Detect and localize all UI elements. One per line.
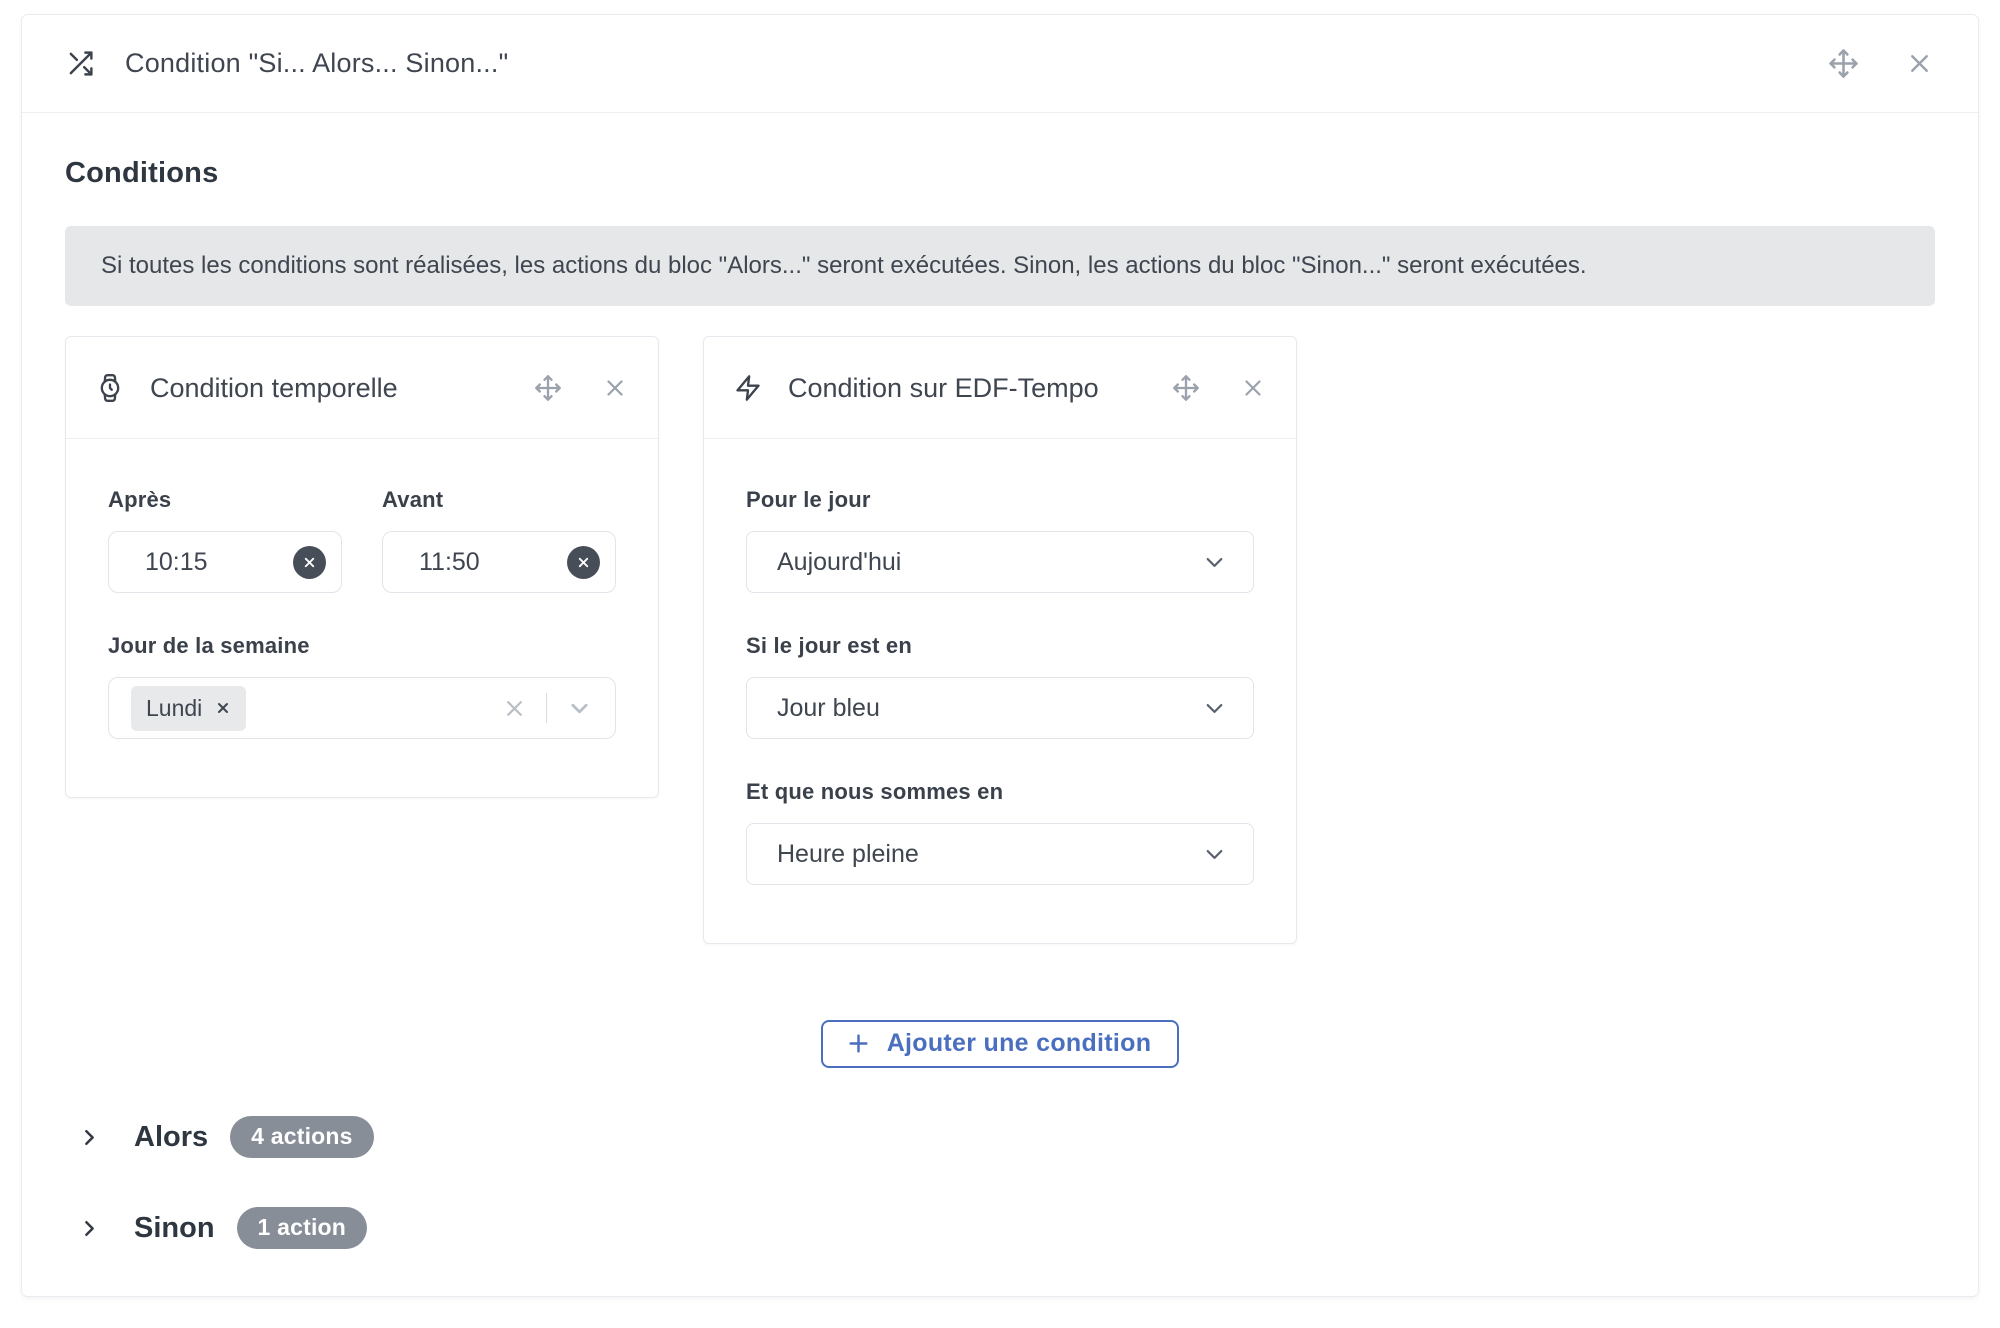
add-condition-label: Ajouter une condition xyxy=(886,1029,1152,1057)
weekday-label: Jour de la semaine xyxy=(108,633,310,658)
dialog-header-actions xyxy=(1828,48,1934,79)
tempo-card-header: Condition sur EDF-Tempo xyxy=(704,337,1296,439)
chevron-right-icon xyxy=(77,1125,102,1150)
condition-dialog: Condition "Si... Alors... Sinon..." Cond… xyxy=(21,14,1979,1297)
weekday-field-group: Jour de la semaine Lundi xyxy=(108,633,616,739)
weekday-tag-label: Lundi xyxy=(146,694,203,721)
day-select-group: Pour le jour Aujourd'hui xyxy=(746,487,1254,593)
plus-icon xyxy=(845,1030,872,1057)
then-block-toggle[interactable]: Alors 4 actions xyxy=(65,1116,374,1158)
after-field-group: Après 10:15 xyxy=(108,487,342,593)
temporal-card-body: Après 10:15 Avant 11:50 Jour de la semai… xyxy=(66,439,658,797)
temporal-card-actions xyxy=(534,374,628,402)
chevron-down-icon[interactable] xyxy=(566,695,593,722)
after-time-input[interactable]: 10:15 xyxy=(108,531,342,593)
move-icon[interactable] xyxy=(1828,48,1859,79)
temporal-card-title-wrap: Condition temporelle xyxy=(96,370,534,406)
before-time-value: 11:50 xyxy=(419,547,480,576)
dialog-content: Conditions Si toutes les conditions sont… xyxy=(22,113,1978,1249)
after-label: Après xyxy=(108,487,172,512)
remove-tag-icon[interactable] xyxy=(215,700,231,716)
else-block-label: Sinon xyxy=(134,1211,215,1244)
close-icon[interactable] xyxy=(1240,375,1266,401)
chevron-down-icon xyxy=(1201,695,1228,722)
close-icon[interactable] xyxy=(602,375,628,401)
tempo-condition-card: Condition sur EDF-Tempo Pour le jour Auj… xyxy=(703,336,1297,944)
day-color-select[interactable]: Jour bleu xyxy=(746,677,1254,739)
before-label: Avant xyxy=(382,487,444,512)
day-color-select-label: Si le jour est en xyxy=(746,633,913,658)
close-icon[interactable] xyxy=(1905,49,1934,78)
zap-icon xyxy=(734,374,762,402)
add-condition-row: Ajouter une condition xyxy=(65,1020,1935,1068)
temporal-condition-card: Condition temporelle Après 10:15 Avant 1… xyxy=(65,336,659,798)
weekday-multiselect[interactable]: Lundi xyxy=(108,677,616,739)
dialog-header: Condition "Si... Alors... Sinon..." xyxy=(22,15,1978,113)
hour-type-select-label: Et que nous sommes en xyxy=(746,779,1004,804)
temporal-card-title: Condition temporelle xyxy=(150,372,398,403)
before-time-input[interactable]: 11:50 xyxy=(382,531,616,593)
clear-before-icon[interactable] xyxy=(567,545,600,579)
divider xyxy=(546,693,547,723)
multiselect-controls xyxy=(502,693,593,723)
move-icon[interactable] xyxy=(534,374,562,402)
conditions-cards-grid: Condition temporelle Après 10:15 Avant 1… xyxy=(65,336,1935,944)
hour-type-select[interactable]: Heure pleine xyxy=(746,823,1254,885)
else-actions-badge: 1 action xyxy=(236,1207,368,1249)
clear-after-icon[interactable] xyxy=(293,545,326,579)
tempo-card-title: Condition sur EDF-Tempo xyxy=(788,372,1099,403)
tempo-card-title-wrap: Condition sur EDF-Tempo xyxy=(734,370,1172,406)
day-select-label: Pour le jour xyxy=(746,487,871,512)
tempo-card-actions xyxy=(1172,374,1266,402)
then-block-label: Alors xyxy=(134,1120,209,1153)
hour-type-select-group: Et que nous sommes en Heure pleine xyxy=(746,779,1254,885)
dialog-title: Condition "Si... Alors... Sinon..." xyxy=(125,48,509,78)
day-color-select-value: Jour bleu xyxy=(777,693,880,722)
day-select[interactable]: Aujourd'hui xyxy=(746,531,1254,593)
add-condition-button[interactable]: Ajouter une condition xyxy=(820,1020,1180,1068)
before-field-group: Avant 11:50 xyxy=(382,487,616,593)
move-icon[interactable] xyxy=(1172,374,1200,402)
after-time-value: 10:15 xyxy=(145,547,208,576)
hour-type-select-value: Heure pleine xyxy=(777,839,919,868)
watch-icon xyxy=(96,373,124,402)
chevron-down-icon xyxy=(1201,841,1228,868)
tempo-card-body: Pour le jour Aujourd'hui Si le jour est … xyxy=(704,439,1296,943)
temporal-card-header: Condition temporelle xyxy=(66,337,658,439)
conditions-info-box: Si toutes les conditions sont réalisées,… xyxy=(65,226,1935,306)
chevron-right-icon xyxy=(77,1216,102,1241)
conditions-heading: Conditions xyxy=(65,157,219,189)
day-color-select-group: Si le jour est en Jour bleu xyxy=(746,633,1254,739)
chevron-down-icon xyxy=(1201,549,1228,576)
weekday-tag: Lundi xyxy=(131,685,247,731)
else-block-toggle[interactable]: Sinon 1 action xyxy=(65,1207,368,1249)
then-actions-badge: 4 actions xyxy=(230,1116,374,1158)
day-select-value: Aujourd'hui xyxy=(777,547,902,576)
clear-selection-icon[interactable] xyxy=(502,696,527,721)
shuffle-icon xyxy=(66,49,95,78)
